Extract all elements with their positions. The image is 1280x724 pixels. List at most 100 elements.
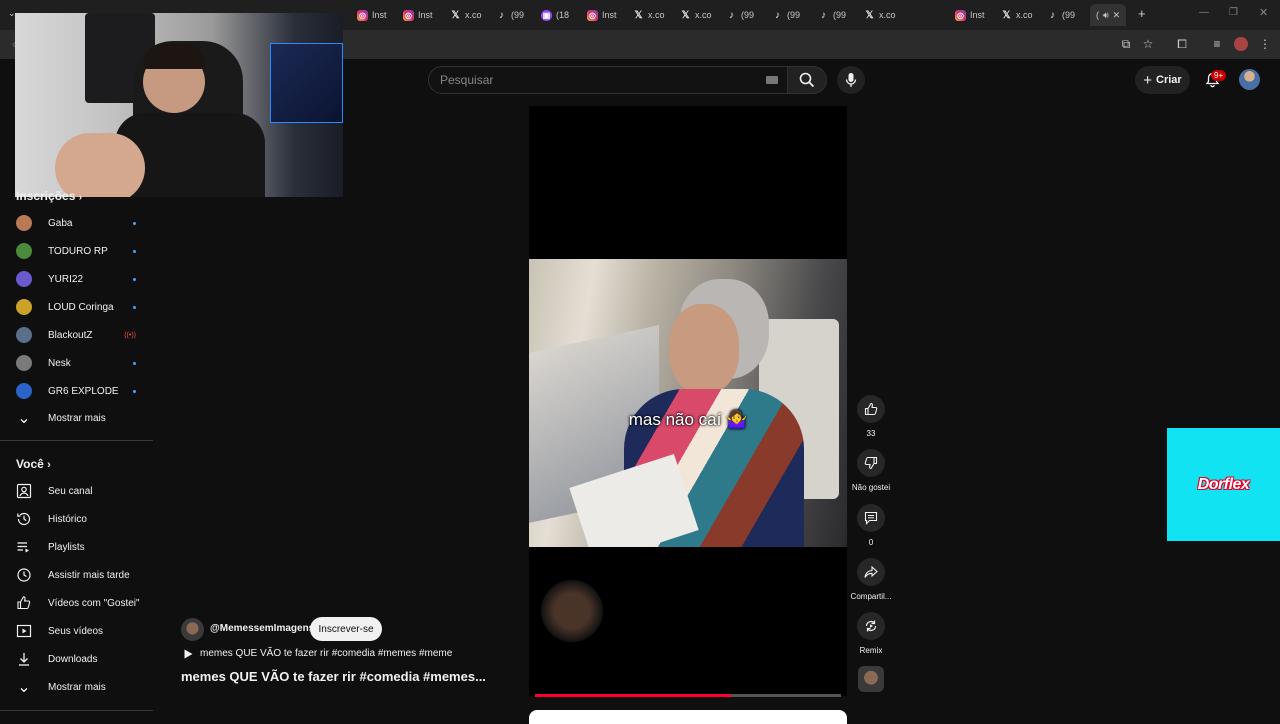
browser-tab-label: x.co xyxy=(648,10,665,20)
sidebar-item[interactable]: Downloads xyxy=(16,649,146,669)
sidebar-item[interactable]: Playlists xyxy=(16,537,146,557)
account-avatar[interactable] xyxy=(1239,69,1260,90)
browser-tab[interactable]: ♪ (99 xyxy=(726,6,754,24)
create-button[interactable]: + Criar xyxy=(1135,66,1190,94)
subs-show-more[interactable]: ⌄ Mostrar mais xyxy=(16,408,146,428)
remix-action[interactable]: Remix xyxy=(852,612,890,655)
keyboard-icon[interactable] xyxy=(766,76,778,84)
extensions-icon[interactable]: ⧠ xyxy=(1175,37,1189,51)
tiktok-icon: ♪ xyxy=(1050,9,1055,21)
subscription-item[interactable]: Gaba xyxy=(16,213,136,233)
sidebar-item[interactable]: Seu canal xyxy=(16,481,146,501)
dislike-action[interactable]: Não gostei xyxy=(852,449,890,492)
browser-tab[interactable]: 𝕏x.co xyxy=(680,6,711,24)
comments-action[interactable]: 0 xyxy=(852,504,890,547)
tiktok-icon: ♪ xyxy=(499,9,504,21)
tiktok-icon: ♪ xyxy=(821,9,826,21)
voice-search-button[interactable] xyxy=(837,66,865,94)
you-heading[interactable]: Você › xyxy=(16,457,51,471)
subscription-item[interactable]: Nesk xyxy=(16,353,136,373)
maximize-icon[interactable]: ❐ xyxy=(1229,7,1238,18)
browser-tab[interactable]: ♪ (99 xyxy=(496,6,524,24)
install-app-icon[interactable]: ⧉ xyxy=(1119,37,1133,51)
media-controls-icon[interactable]: ≡ xyxy=(1210,37,1224,51)
browser-tab[interactable]: 𝕏x.co xyxy=(864,6,895,24)
comments-sheet-edge[interactable] xyxy=(529,710,847,724)
subscription-name: Nesk xyxy=(48,357,71,369)
subscription-item[interactable]: GR6 EXPLODE xyxy=(16,381,136,401)
audio-icon[interactable]: 🔊︎ xyxy=(1103,10,1109,21)
sidebar-item-label: Downloads xyxy=(48,653,98,665)
browser-menu-icon[interactable]: ⋮ xyxy=(1258,37,1272,51)
liked-icon xyxy=(16,595,32,611)
browser-tab[interactable]: ◎ Inst xyxy=(587,6,617,24)
browser-tab[interactable]: ◎ Inst xyxy=(403,6,433,24)
comments-button[interactable] xyxy=(857,504,885,532)
sidebar-item[interactable]: Seus vídeos xyxy=(16,621,146,641)
shorts-player[interactable]: mas não caí 🤷‍♀️ xyxy=(529,106,847,696)
share-action[interactable]: Compartil... xyxy=(851,558,891,601)
profile-icon[interactable] xyxy=(1234,37,1248,51)
sidebar-item[interactable]: Vídeos com "Gostei" xyxy=(16,593,146,613)
instagram-icon: ◎ xyxy=(587,9,598,21)
sidebar-item-label: Seus vídeos xyxy=(48,625,104,637)
browser-tab[interactable]: ♪ (99 xyxy=(772,6,800,24)
channel-avatar[interactable] xyxy=(181,618,204,641)
browser-tab[interactable]: 𝕏x.co xyxy=(633,6,665,24)
dislike-button[interactable] xyxy=(857,449,885,477)
browser-tab[interactable]: 𝕏x.co xyxy=(1001,6,1032,24)
subscription-item[interactable]: BlackoutZ ((•)) xyxy=(16,325,136,345)
x-icon: 𝕏 xyxy=(451,9,460,21)
sidebar-divider xyxy=(0,710,153,711)
close-window-icon[interactable]: ✕ xyxy=(1259,6,1268,19)
search-input[interactable]: Pesquisar xyxy=(428,66,788,94)
minimize-icon[interactable]: — xyxy=(1199,7,1209,18)
video-caption: mas não caí 🤷‍♀️ xyxy=(628,410,748,429)
your-videos-icon xyxy=(16,623,32,639)
sidebar-item[interactable]: Histórico xyxy=(16,509,146,529)
sidebar-item-label: Assistir mais tarde xyxy=(48,569,130,581)
browser-tab[interactable]: ♪ (99 xyxy=(818,6,846,24)
you-show-more[interactable]: ⌄ Mostrar mais xyxy=(16,677,146,697)
browser-tab-label: (99 xyxy=(741,10,755,20)
x-icon: 𝕏 xyxy=(865,9,874,21)
x-icon: 𝕏 xyxy=(681,9,690,21)
sidebar-item-label: Seu canal xyxy=(48,485,93,497)
progress-bar[interactable] xyxy=(535,694,841,697)
mic-icon xyxy=(845,73,857,87)
new-tab-icon[interactable]: + xyxy=(1138,6,1146,21)
subscriptions-heading[interactable]: Inscrições › xyxy=(16,189,82,203)
downloads-icon xyxy=(16,651,32,667)
browser-tab[interactable]: ◎ Inst xyxy=(357,6,387,24)
bookmark-star-icon[interactable]: ☆ xyxy=(1141,37,1155,51)
ad-banner[interactable]: Dorflex xyxy=(1167,428,1280,541)
comment-icon xyxy=(864,511,878,525)
tab-close-icon[interactable]: ✕ xyxy=(1113,10,1121,21)
channel-name[interactable]: @MemessemImagens xyxy=(210,623,314,634)
subscription-item[interactable]: LOUD Coringa xyxy=(16,297,136,317)
browser-tab-label: Inst xyxy=(602,10,617,20)
share-button[interactable] xyxy=(857,558,885,586)
sidebar-item[interactable]: Assistir mais tarde xyxy=(16,565,146,585)
browser-tab[interactable]: ▣ (18 xyxy=(541,6,569,24)
active-tab-label: ( xyxy=(1096,10,1099,20)
new-content-dot xyxy=(133,277,136,281)
browser-tab[interactable]: 𝕏x.co xyxy=(450,6,481,24)
pc-case-shape xyxy=(270,43,343,123)
new-content-dot xyxy=(133,361,136,365)
like-action[interactable]: 33 xyxy=(852,395,890,438)
share-icon xyxy=(864,565,878,578)
linked-video-link[interactable]: memes QUE VÃO te fazer rir #comedia #mem… xyxy=(200,648,452,659)
like-button[interactable] xyxy=(857,395,885,423)
subscribe-button[interactable]: Inscrever-se xyxy=(310,617,382,641)
tiktok-icon: ♪ xyxy=(775,9,780,21)
search-button[interactable] xyxy=(787,66,827,94)
remix-button[interactable] xyxy=(857,612,885,640)
subscription-item[interactable]: TODURO RP xyxy=(16,241,136,261)
subscription-item[interactable]: YURI22 xyxy=(16,269,136,289)
browser-tab[interactable]: ♪ (99 xyxy=(1047,6,1075,24)
sound-thumbnail[interactable] xyxy=(858,666,884,692)
browser-tab[interactable]: ◎ Inst xyxy=(955,6,985,24)
watch-later-icon xyxy=(16,567,32,583)
active-tab[interactable]: ( 🔊︎ ✕ xyxy=(1090,4,1127,26)
